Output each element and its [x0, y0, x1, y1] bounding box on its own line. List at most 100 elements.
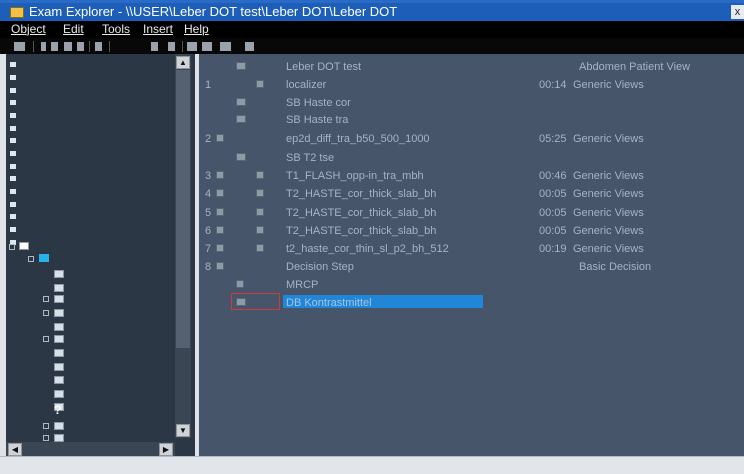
question-mark-icon[interactable]: ?	[54, 403, 61, 417]
tree-expander[interactable]	[43, 296, 49, 302]
table-row[interactable]: 8 Decision Step Basic Decision	[199, 258, 744, 276]
row-number: 5	[205, 207, 212, 219]
tree-item-icon[interactable]	[10, 202, 16, 207]
table-row[interactable]: SB T2 tse	[199, 149, 744, 167]
row-number: 3	[205, 170, 212, 182]
list-header-row[interactable]: Leber DOT test Abdomen Patient View	[199, 58, 744, 76]
tree-item-icon[interactable]	[10, 189, 16, 194]
tree-item-icon[interactable]	[10, 126, 16, 131]
search-icon[interactable]	[95, 42, 102, 51]
menu-insert[interactable]: Insert	[143, 22, 173, 36]
grid-icon[interactable]	[202, 42, 212, 51]
tree-item-icon[interactable]	[10, 176, 16, 181]
tree-expander[interactable]	[43, 336, 49, 342]
scroll-right-icon[interactable]: ▶	[159, 443, 173, 456]
table-row[interactable]: 4 T2_HASTE_cor_thick_slab_bh 00:05 Gener…	[199, 185, 744, 203]
row-name: ep2d_diff_tra_b50_500_1000	[286, 133, 430, 145]
folder-icon[interactable]	[54, 349, 64, 357]
folder-icon[interactable]	[54, 376, 64, 384]
program-name: Leber DOT test	[286, 61, 361, 73]
close-button[interactable]: x	[731, 5, 744, 19]
tree-item-icon[interactable]	[10, 214, 16, 219]
folder-icon[interactable]	[54, 309, 64, 317]
row-name: DB Kontrastmittel	[286, 297, 372, 309]
open-icon[interactable]	[51, 42, 58, 51]
row-view: Basic Decision	[579, 261, 652, 273]
scan-icon	[256, 80, 264, 88]
tree-item-icon[interactable]	[10, 113, 16, 118]
row-time: 00:14	[539, 79, 567, 91]
folder-icon[interactable]	[54, 284, 64, 292]
step-icon	[236, 115, 246, 123]
menu-object[interactable]: Object	[11, 22, 46, 36]
folder-icon[interactable]	[54, 363, 64, 371]
copy-icon[interactable]	[64, 42, 72, 51]
step-icon	[236, 98, 246, 106]
tree-vertical-scrollbar[interactable]: ▲ ▼	[175, 54, 191, 438]
scan-icon	[216, 208, 224, 216]
sequence-icon[interactable]	[187, 42, 197, 51]
settings-icon[interactable]	[245, 42, 254, 51]
view-icon[interactable]	[14, 42, 25, 51]
row-name: MRCP	[286, 279, 319, 291]
scan-icon	[216, 244, 224, 252]
menu-help[interactable]: Help	[184, 22, 209, 36]
table-row[interactable]: MRCP	[199, 276, 744, 294]
folder-icon[interactable]	[54, 422, 64, 430]
scroll-thumb[interactable]	[176, 70, 190, 348]
tree-item-icon[interactable]	[10, 164, 16, 169]
tree-expander[interactable]	[9, 244, 15, 250]
tree-expander[interactable]	[43, 435, 49, 441]
step-icon	[236, 153, 246, 161]
edit-icon[interactable]	[151, 42, 158, 51]
row-name: SB Haste cor	[286, 97, 351, 109]
tree-item-icon[interactable]	[10, 88, 16, 93]
save-icon[interactable]	[220, 42, 231, 51]
scroll-down-icon[interactable]: ▼	[176, 424, 190, 437]
new-icon[interactable]	[41, 42, 46, 51]
folder-icon[interactable]	[54, 295, 64, 303]
table-row[interactable]: 3 T1_FLASH_opp-in_tra_mbh 00:46 Generic …	[199, 167, 744, 185]
scroll-left-icon[interactable]: ◀	[8, 443, 22, 456]
tree-expander[interactable]	[28, 256, 34, 262]
table-row[interactable]: 6 T2_HASTE_cor_thick_slab_bh 00:05 Gener…	[199, 222, 744, 240]
table-row[interactable]: 7 t2_haste_cor_thin_sl_p2_bh_512 00:19 G…	[199, 240, 744, 258]
tree-item-icon[interactable]	[10, 100, 16, 105]
tree-item-icon[interactable]	[10, 62, 16, 67]
table-row[interactable]: 5 T2_HASTE_cor_thick_slab_bh 00:05 Gener…	[199, 204, 744, 222]
table-row-selected[interactable]: DB Kontrastmittel	[199, 293, 744, 312]
row-time: 00:05	[539, 207, 567, 219]
table-row[interactable]: 2 ep2d_diff_tra_b50_500_1000 05:25 Gener…	[199, 130, 744, 148]
row-name: localizer	[286, 79, 327, 91]
row-time: 00:46	[539, 170, 567, 182]
tree-item-icon[interactable]	[10, 138, 16, 143]
row-number: 4	[205, 188, 212, 200]
table-row[interactable]: SB Haste tra	[199, 111, 744, 129]
folder-icon[interactable]	[54, 335, 64, 343]
row-name: Decision Step	[286, 261, 354, 273]
exam-icon[interactable]	[39, 254, 49, 262]
tree-expander[interactable]	[43, 423, 49, 429]
menu-tools[interactable]: Tools	[102, 22, 130, 36]
folder-icon[interactable]	[54, 323, 64, 331]
scroll-up-icon[interactable]: ▲	[176, 56, 190, 69]
menu-edit[interactable]: Edit	[63, 22, 84, 36]
folder-icon[interactable]	[54, 390, 64, 398]
print-icon[interactable]	[168, 42, 175, 51]
toolbar-separator	[89, 41, 90, 52]
tree-item-icon[interactable]	[10, 151, 16, 156]
folder-icon[interactable]	[54, 434, 64, 442]
folder-icon[interactable]	[54, 270, 64, 278]
tree-expander[interactable]	[43, 310, 49, 316]
tree-item-icon[interactable]	[10, 227, 16, 232]
tree-item-icon[interactable]	[10, 75, 16, 80]
toolbar-separator	[109, 41, 110, 52]
delete-icon[interactable]	[77, 42, 84, 51]
table-row[interactable]: 1 localizer 00:14 Generic Views	[199, 76, 744, 94]
tree-horizontal-scrollbar[interactable]: ◀ ▶	[6, 442, 175, 456]
table-row[interactable]: SB Haste cor	[199, 94, 744, 112]
title-bar: Exam Explorer - \\USER\Leber DOT test\Le…	[0, 0, 744, 21]
row-number: 8	[205, 261, 212, 273]
tree-panel[interactable]: ?	[6, 54, 195, 456]
patient-icon[interactable]	[19, 242, 29, 250]
